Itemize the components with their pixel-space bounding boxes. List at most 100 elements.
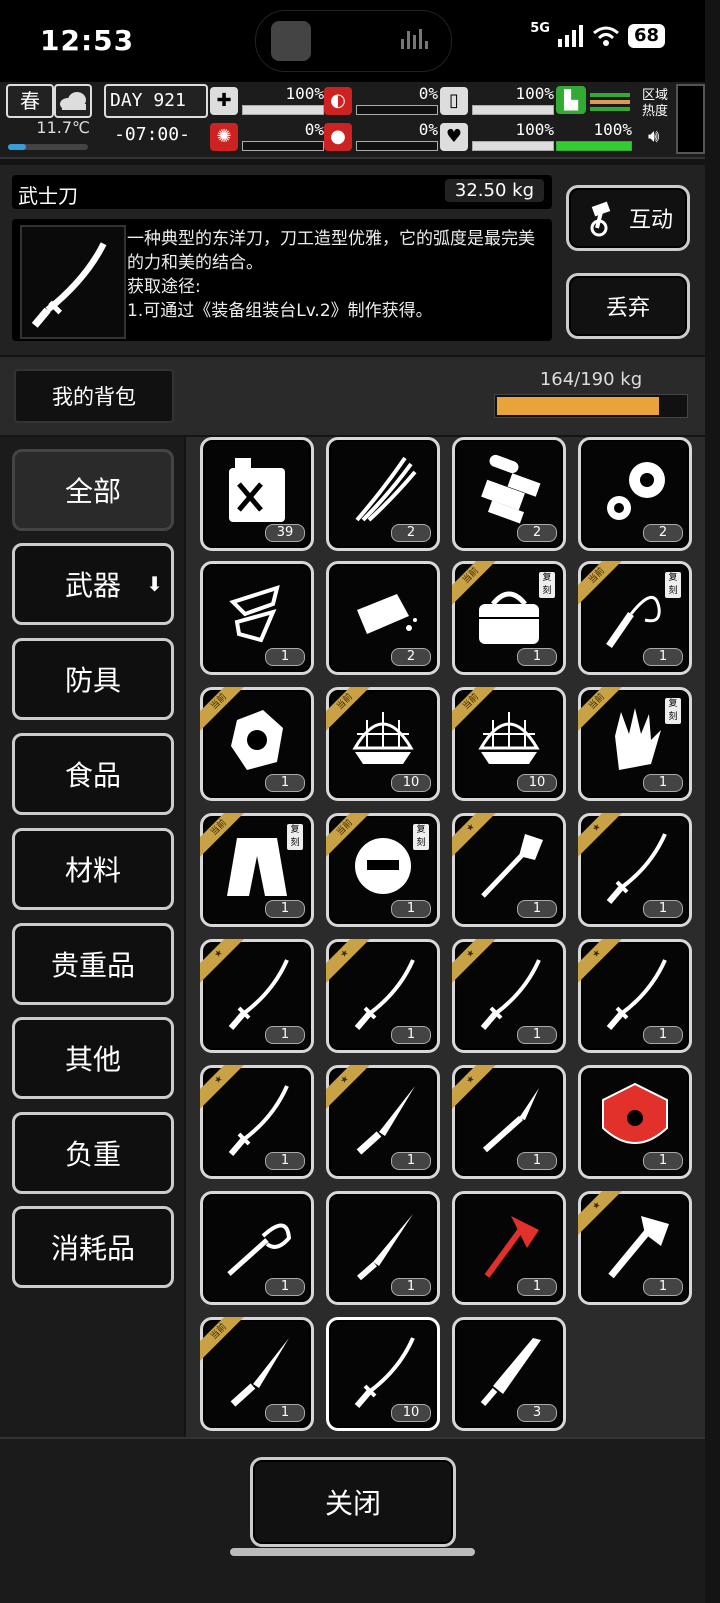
star-ribbon: ★ [452, 939, 498, 985]
item-count: 2 [517, 524, 557, 542]
inventory-slot[interactable]: 10 [326, 1317, 440, 1431]
current-ribbon-label: 当前 [452, 561, 498, 606]
item-count: 1 [391, 1026, 431, 1044]
inventory-slot[interactable]: 当前 复刻 1 [326, 813, 440, 927]
interact-label: 互动 [628, 208, 673, 233]
category-other[interactable]: 其他 [12, 1017, 174, 1099]
category-consumables[interactable]: 消耗品 [12, 1206, 174, 1288]
inventory-slot[interactable]: ★ 1 [578, 813, 692, 927]
current-ribbon: 当前 [452, 561, 498, 607]
item-count: 2 [391, 524, 431, 542]
category-valuables[interactable]: 贵重品 [12, 923, 174, 1005]
inventory-slot[interactable]: 2 [326, 437, 440, 551]
rapier-icon [227, 1223, 292, 1276]
item-count: 1 [265, 648, 305, 666]
inventory-slot[interactable]: 2 [326, 561, 440, 675]
item-weight: 32.50 kg [444, 179, 544, 202]
category-weapons[interactable]: 武器 ⬇ [12, 543, 174, 625]
star-icon: ★ [452, 939, 498, 984]
inventory-slot[interactable]: 当前 1 [200, 1317, 314, 1431]
star-ribbon: ★ [200, 939, 246, 985]
star-ribbon: ★ [578, 1191, 624, 1237]
inventory-slot[interactable]: 2 [578, 437, 692, 551]
copy-badge: 复刻 [287, 824, 303, 850]
category-food[interactable]: 食品 [12, 733, 174, 815]
inventory-slot[interactable]: 当前 复刻 1 [578, 561, 692, 675]
inventory-slot[interactable]: 2 [452, 437, 566, 551]
stat-health-value: 100% [285, 84, 324, 103]
current-ribbon: 当前 [326, 813, 372, 859]
item-count: 1 [265, 774, 305, 792]
category-weapons-label: 武器 [64, 569, 121, 602]
temperature-bar [8, 144, 88, 150]
stat-stamina: ▙ [556, 86, 630, 114]
inventory-slot[interactable]: ★ 1 [578, 1191, 692, 1305]
current-ribbon-label: 当前 [578, 561, 624, 606]
inventory-slot[interactable]: 1 [200, 1191, 314, 1305]
inventory-slot[interactable]: ★ 1 [326, 1065, 440, 1179]
category-all[interactable]: 全部 [12, 449, 174, 531]
current-ribbon: 当前 [200, 813, 246, 859]
inventory-slot[interactable]: 1 [200, 561, 314, 675]
inventory-slot[interactable]: ★ 1 [578, 939, 692, 1053]
current-ribbon-label: 当前 [326, 813, 372, 858]
stat-hunger-value: 0% [418, 84, 438, 103]
inventory-slot[interactable]: ★ 1 [200, 939, 314, 1053]
inventory-slot[interactable]: ★ 1 [452, 1065, 566, 1179]
inventory-slot[interactable]: 3 [452, 1317, 566, 1431]
inventory-slot[interactable]: 当前 10 [452, 687, 566, 801]
inventory-slot[interactable]: ★ 1 [452, 813, 566, 927]
gears-icon [607, 462, 665, 520]
item-count: 1 [517, 900, 557, 918]
star-icon: ★ [326, 939, 372, 984]
inventory-slot[interactable]: 当前 复刻 1 [200, 813, 314, 927]
inventory-slot[interactable]: 1 [326, 1191, 440, 1305]
speaker-icon[interactable]: 🔊︎ [648, 126, 659, 147]
item-count: 1 [643, 1278, 683, 1296]
my-bag-tab[interactable]: 我的背包 [14, 369, 174, 423]
category-armor[interactable]: 防具 [12, 638, 174, 720]
katana-icon [20, 225, 126, 339]
star-ribbon: ★ [452, 813, 498, 859]
inventory-slot[interactable]: 当前 复刻 1 [452, 561, 566, 675]
item-count: 2 [391, 648, 431, 666]
copy-badge: 复刻 [665, 572, 681, 598]
item-count: 39 [265, 524, 305, 542]
day-counter: DAY 921 [104, 84, 208, 118]
medkit-icon: ✚ [210, 86, 238, 115]
stat-bleed: ● 0% [324, 122, 438, 151]
category-materials[interactable]: 材料 [12, 828, 174, 910]
star-icon: ★ [578, 813, 624, 858]
inventory-slot[interactable]: 1 [578, 1065, 692, 1179]
inventory-slot[interactable]: 当前 1 [200, 687, 314, 801]
inventory-slot[interactable]: 1 [452, 1191, 566, 1305]
machine-parts-icon [481, 454, 541, 524]
item-count: 1 [643, 1152, 683, 1170]
app-thumbnail-icon [271, 21, 311, 61]
star-icon: ★ [200, 1065, 246, 1110]
status-time: 12:53 [40, 24, 135, 57]
inventory-slot[interactable]: ★ 1 [200, 1065, 314, 1179]
category-sidebar: 全部 武器 ⬇ 防具 食品 材料 贵重品 其他 负重 消耗品 [0, 437, 184, 1437]
interact-button[interactable]: 互动 [566, 185, 690, 251]
dynamic-island [255, 10, 452, 72]
inventory-slot[interactable]: ★ 1 [452, 939, 566, 1053]
inventory-slot[interactable]: ★ 1 [326, 939, 440, 1053]
blood-icon: ● [324, 122, 352, 151]
red-axe-icon [484, 1216, 539, 1278]
stomach-icon: ◐ [324, 86, 352, 115]
inventory-slot[interactable]: 39 [200, 437, 314, 551]
home-indicator[interactable] [230, 1548, 475, 1556]
item-count: 1 [517, 1152, 557, 1170]
item-name: 武士刀 [18, 184, 78, 208]
inventory-slot[interactable]: 当前 复刻 1 [578, 687, 692, 801]
close-button[interactable]: 关闭 [250, 1457, 456, 1547]
stat-mind-value: 0% [304, 120, 324, 139]
inventory-slot[interactable]: 当前 10 [326, 687, 440, 801]
current-ribbon-label: 当前 [200, 687, 246, 732]
dagger-icon [357, 1214, 413, 1281]
cloth-scrap-icon [229, 585, 280, 643]
drop-button[interactable]: 丢弃 [566, 273, 690, 339]
star-ribbon: ★ [200, 1065, 246, 1111]
category-load[interactable]: 负重 [12, 1112, 174, 1194]
